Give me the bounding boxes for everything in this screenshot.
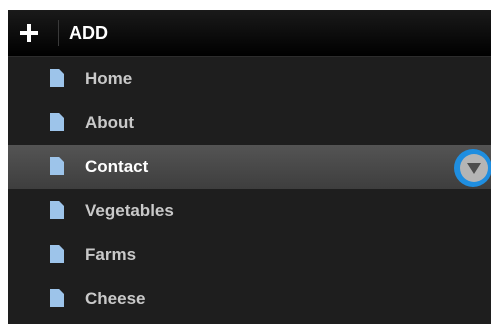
chevron-down-icon <box>460 154 488 182</box>
page-item-label: Cheese <box>85 289 146 308</box>
options-toggle-button[interactable] <box>454 149 491 187</box>
page-icon <box>50 157 64 175</box>
page-item-home[interactable]: Home <box>8 57 491 101</box>
header-divider <box>58 20 59 46</box>
page-item-label: Home <box>85 69 133 88</box>
add-button[interactable]: ADD <box>69 22 108 44</box>
page-item-about[interactable]: About <box>8 101 491 145</box>
page-item-contact[interactable]: Contact <box>8 145 491 189</box>
page-icon <box>50 289 64 307</box>
page-item-label: Farms <box>85 245 137 264</box>
panel-header: ADD <box>8 10 491 57</box>
page-item-label: Contact <box>85 157 149 176</box>
page-item-cheese[interactable]: Cheese <box>8 277 491 321</box>
page-list: Home About Contact Vegetables Farms Chee… <box>8 57 491 321</box>
page-item-vegetables[interactable]: Vegetables <box>8 189 491 233</box>
page-item-label: Vegetables <box>85 201 174 220</box>
page-icon <box>50 245 64 263</box>
page-icon <box>50 201 64 219</box>
plus-icon[interactable] <box>20 22 42 44</box>
page-icon <box>50 69 64 87</box>
page-item-farms[interactable]: Farms <box>8 233 491 277</box>
page-item-label: About <box>85 113 135 132</box>
page-icon <box>50 113 64 131</box>
pages-panel: ADD Home About Contact Vegetables Farms <box>8 10 491 324</box>
